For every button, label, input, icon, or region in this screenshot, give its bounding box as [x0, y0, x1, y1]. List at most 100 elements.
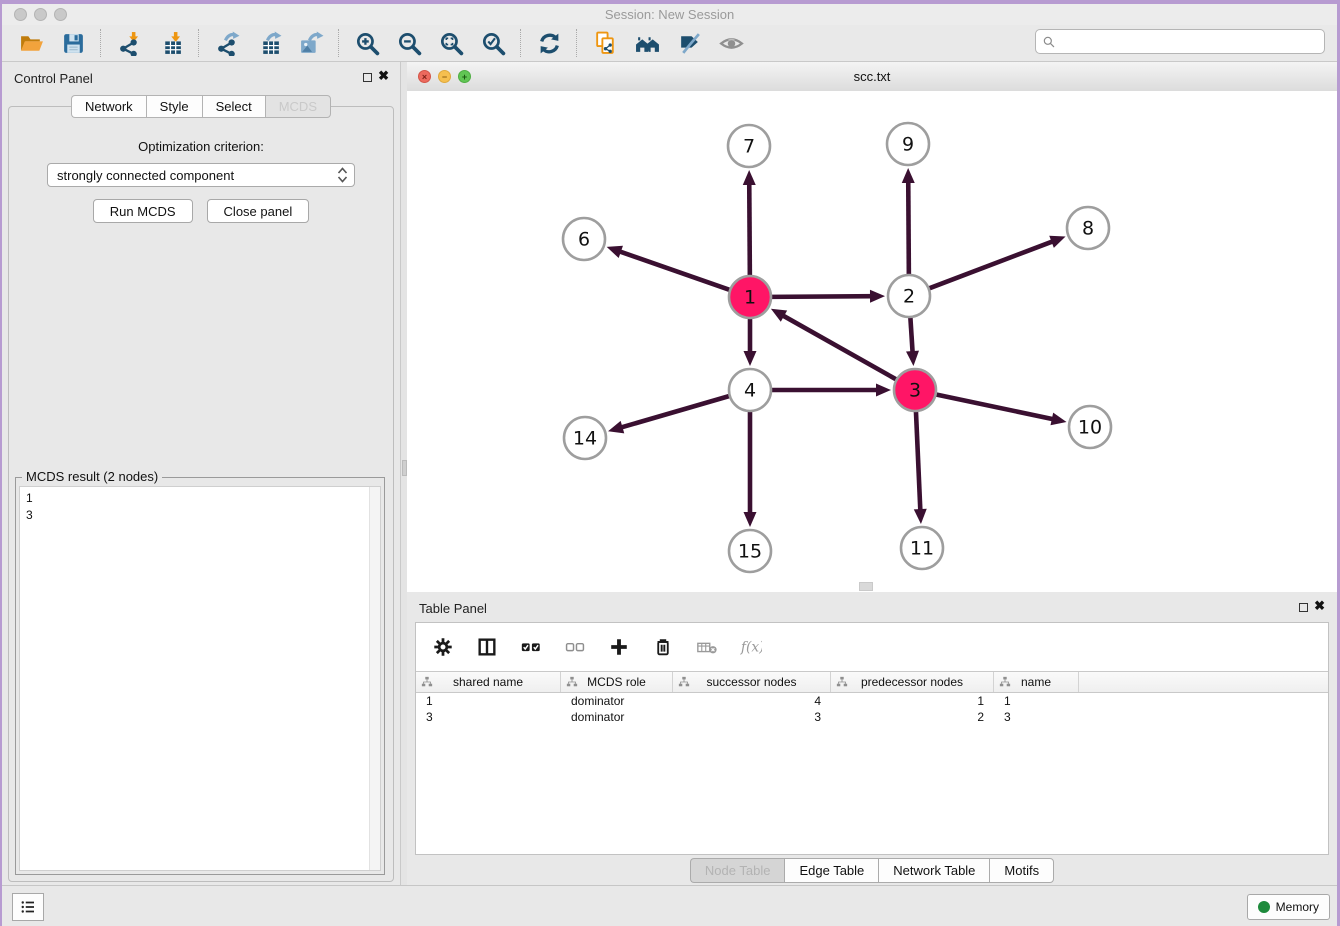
gear-icon — [432, 636, 454, 658]
tab-node-table[interactable]: Node Table — [690, 858, 785, 883]
zoom-in-button[interactable] — [350, 28, 384, 58]
table-row[interactable]: 3dominator323 — [416, 709, 1328, 725]
add-column-button[interactable] — [608, 636, 630, 658]
zoom-fit-button[interactable] — [434, 28, 468, 58]
export-image-button[interactable] — [294, 28, 328, 58]
edge-2-9[interactable] — [908, 179, 909, 275]
show-graphics-details-icon — [719, 31, 744, 56]
export-table-button[interactable] — [252, 28, 286, 58]
close-panel-button[interactable]: Close panel — [207, 199, 310, 223]
deselect-all-button[interactable] — [564, 636, 586, 658]
tab-mcds[interactable]: MCDS — [265, 95, 331, 118]
tab-style[interactable]: Style — [146, 95, 202, 118]
delete-column-button[interactable] — [652, 636, 674, 658]
columns-button[interactable] — [476, 636, 498, 658]
canvas-resize-grip[interactable] — [859, 582, 873, 591]
node-label-7: 7 — [743, 136, 755, 158]
optimization-criterion-select[interactable]: strongly connected component — [47, 163, 355, 187]
edge-1-2[interactable] — [771, 296, 874, 297]
dropdown-stepper-icon — [337, 167, 348, 183]
table-tabs: Node TableEdge TableNetwork TableMotifs — [407, 858, 1337, 883]
attribute-icon — [836, 676, 848, 688]
arrowhead-2-3 — [906, 351, 919, 366]
edge-3-11[interactable] — [916, 411, 921, 513]
column-label: successor nodes — [706, 675, 796, 689]
refresh-layout-button[interactable] — [532, 28, 566, 58]
arrowhead-4-15 — [744, 512, 757, 527]
network-canvas[interactable]: 7968124314101511 — [407, 91, 1337, 592]
memory-button[interactable]: Memory — [1247, 894, 1330, 920]
import-network-button[interactable] — [112, 28, 146, 58]
table-row[interactable]: 1dominator411 — [416, 693, 1328, 709]
zoom-out-icon — [397, 31, 422, 56]
show-graphics-details-button[interactable] — [714, 28, 748, 58]
tab-network-table[interactable]: Network Table — [878, 858, 989, 883]
column-header-name[interactable]: name — [994, 672, 1079, 692]
column-header-predecessor-nodes[interactable]: predecessor nodes — [831, 672, 994, 692]
cell[interactable]: dominator — [561, 694, 673, 708]
edge-4-14[interactable] — [619, 396, 730, 428]
edge-2-3[interactable] — [910, 317, 912, 355]
node-label-14: 14 — [573, 428, 597, 450]
cell[interactable]: 1 — [831, 694, 994, 708]
toolbar-separator — [576, 29, 578, 57]
import-table-button[interactable] — [154, 28, 188, 58]
run-mcds-button[interactable]: Run MCDS — [93, 199, 193, 223]
tab-edge-table[interactable]: Edge Table — [784, 858, 878, 883]
home-button[interactable] — [630, 28, 664, 58]
dropdown-value: strongly connected component — [57, 168, 234, 183]
edge-1-7[interactable] — [749, 181, 750, 276]
save-session-button[interactable] — [56, 28, 90, 58]
arrowhead-1-6 — [607, 246, 623, 258]
node-label-10: 10 — [1078, 417, 1102, 439]
function-builder-icon: f(x) — [740, 636, 762, 658]
cell[interactable]: 2 — [831, 710, 994, 724]
table-close-icon[interactable]: ✖ — [1314, 598, 1325, 614]
arrowhead-4-3 — [876, 384, 891, 397]
column-label: shared name — [453, 675, 523, 689]
cell[interactable]: 3 — [673, 710, 831, 724]
delete-table-button[interactable] — [696, 636, 718, 658]
network-title: scc.txt — [407, 69, 1337, 84]
edge-3-1[interactable] — [780, 314, 896, 380]
search-box[interactable] — [1035, 29, 1325, 54]
tab-motifs[interactable]: Motifs — [989, 858, 1054, 883]
close-panel-icon[interactable]: ✖ — [378, 68, 389, 84]
open-session-button[interactable] — [14, 28, 48, 58]
search-input[interactable] — [1056, 30, 1324, 53]
arrowhead-3-11 — [914, 509, 927, 524]
cell[interactable]: 1 — [416, 694, 561, 708]
cell[interactable]: 1 — [994, 694, 1079, 708]
tab-select[interactable]: Select — [202, 95, 265, 118]
select-all-checked-button[interactable] — [520, 636, 542, 658]
cell[interactable]: 4 — [673, 694, 831, 708]
arrowhead-1-2 — [870, 290, 885, 303]
hide-labels-button[interactable] — [672, 28, 706, 58]
edge-1-6[interactable] — [617, 251, 730, 291]
edge-2-8[interactable] — [929, 240, 1056, 288]
import-table-icon — [159, 31, 184, 56]
cell[interactable]: dominator — [561, 710, 673, 724]
column-header-successor-nodes[interactable]: successor nodes — [673, 672, 831, 692]
zoom-selected-button[interactable] — [476, 28, 510, 58]
edge-3-10[interactable] — [936, 394, 1056, 419]
table-float-icon[interactable] — [1299, 603, 1308, 612]
table-rows: 1dominator4113dominator323 — [416, 693, 1328, 725]
float-panel-icon[interactable] — [363, 73, 372, 82]
cell[interactable]: 3 — [994, 710, 1079, 724]
column-header-MCDS-role[interactable]: MCDS role — [561, 672, 673, 692]
window-title: Session: New Session — [2, 7, 1337, 22]
function-builder-button[interactable]: f(x) — [740, 636, 762, 658]
column-header-shared-name[interactable]: shared name — [416, 672, 561, 692]
cell[interactable]: 3 — [416, 710, 561, 724]
zoom-out-button[interactable] — [392, 28, 426, 58]
network-graph[interactable]: 7968124314101511 — [407, 91, 1337, 592]
hide-labels-icon — [677, 31, 702, 56]
mcds-result-textarea[interactable]: 13 — [19, 486, 381, 871]
gear-button[interactable] — [432, 636, 454, 658]
tab-network[interactable]: Network — [71, 95, 146, 118]
task-history-button[interactable] — [12, 893, 44, 921]
duplicate-network-button[interactable] — [588, 28, 622, 58]
export-network-button[interactable] — [210, 28, 244, 58]
result-scrollbar[interactable] — [369, 487, 380, 870]
